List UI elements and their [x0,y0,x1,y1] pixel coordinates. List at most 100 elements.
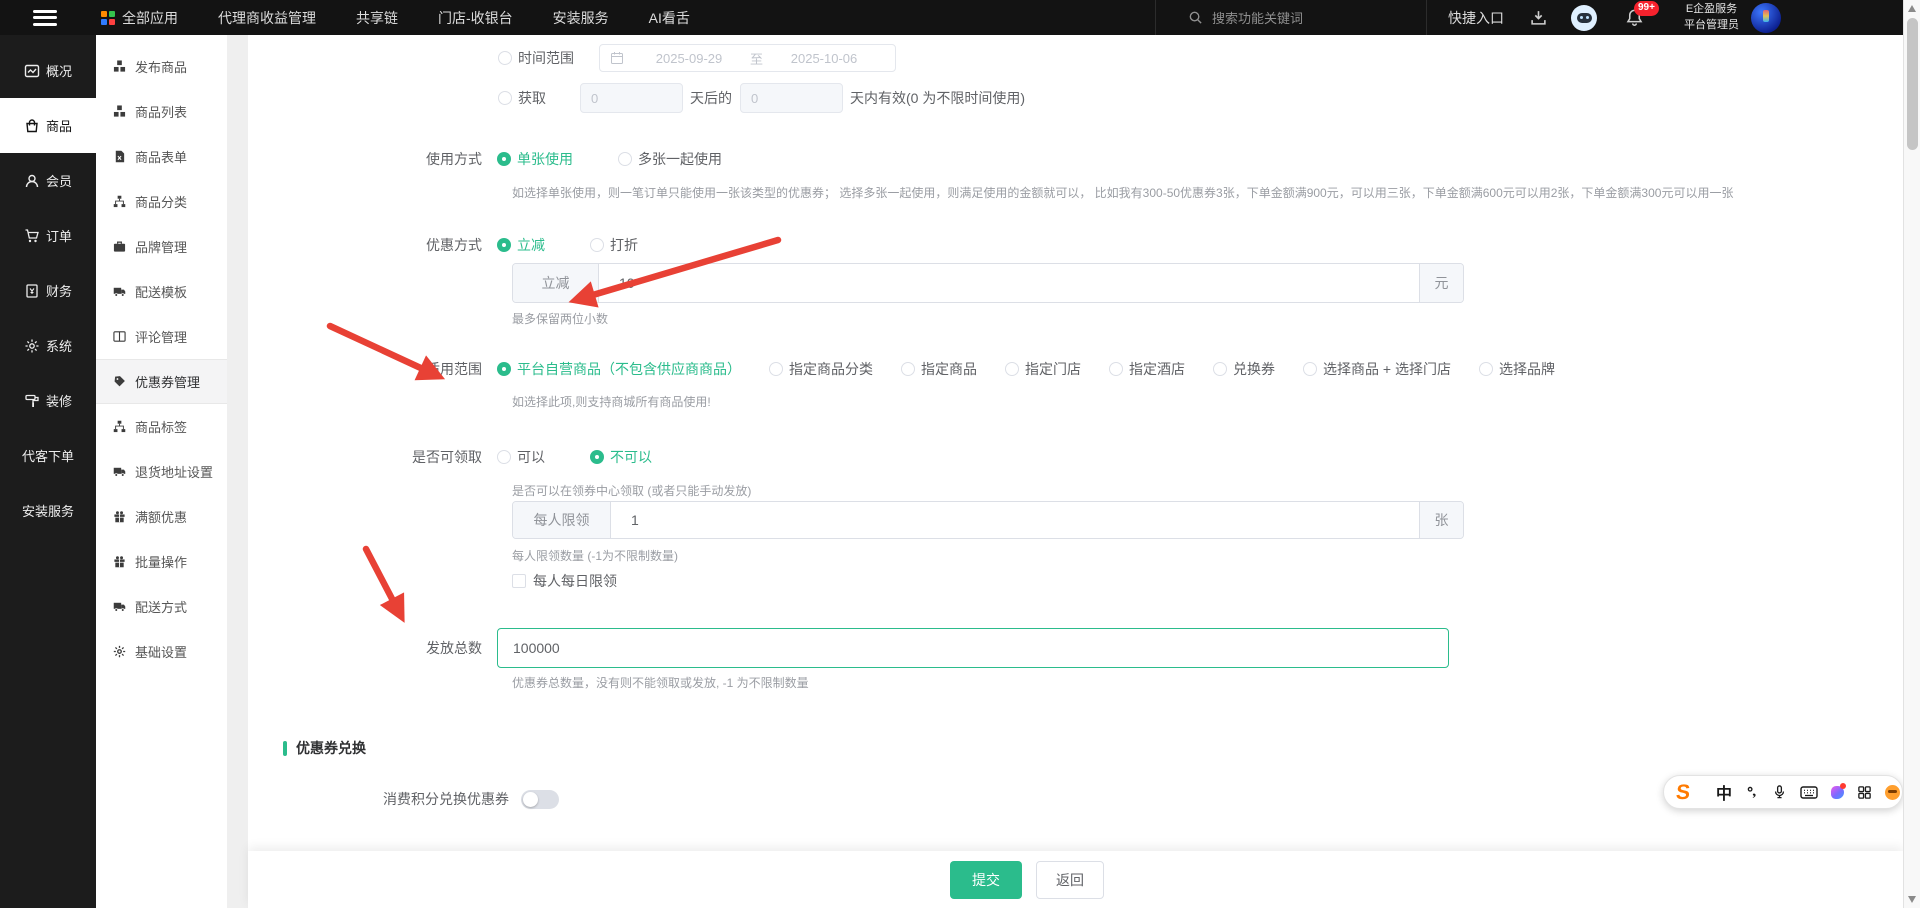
download-icon[interactable] [1530,9,1547,26]
scope-goods-radio[interactable] [901,362,915,376]
sidebar-item-install-service[interactable]: 安装服务 [0,483,96,538]
submenu-item-basic-settings[interactable]: 基础设置 [96,629,227,674]
submenu-item-comment-mgmt[interactable]: 评论管理 [96,314,227,359]
ime-skin-ai-icon[interactable] [1831,782,1847,799]
submenu-item-goods-list[interactable]: 商品列表 [96,89,227,134]
topbar-item-install-service[interactable]: 安装服务 [553,8,609,28]
claimable-yes-option[interactable]: 可以 [497,447,545,467]
total-issued-input[interactable] [497,628,1449,668]
days-valid-input[interactable] [740,83,843,113]
scrollbar-down-arrow[interactable] [1908,896,1916,903]
radio-option-label[interactable]: 指定门店 [1025,359,1081,379]
time-range-radio[interactable] [498,51,512,65]
usage-single-radio[interactable] [497,152,511,166]
submenu-item-return-address[interactable]: 退货地址设置 [96,449,227,494]
sidebar-item-members[interactable]: 会员 [0,153,96,208]
radio-option-label[interactable]: 立减 [517,235,545,255]
radio-option-label[interactable]: 单张使用 [517,149,573,169]
claimable-no-option[interactable]: 不可以 [590,447,652,467]
submenu-item-publish-goods[interactable]: 发布商品 [96,44,227,89]
claimable-no-radio[interactable] [590,450,604,464]
scope-voucher-radio[interactable] [1213,362,1227,376]
scope-brand-radio[interactable] [1478,362,1493,376]
sidebar-item-finance[interactable]: 财务 [0,263,96,318]
radio-option-label[interactable]: 多张一起使用 [638,149,722,169]
sidebar-item-goods[interactable]: 商品 [0,98,96,153]
discount-reduce-radio[interactable] [497,238,511,252]
radio-option-label[interactable]: 选择商品 + 选择门店 [1323,359,1451,379]
claimable-yes-radio[interactable] [497,450,511,464]
discount-amount-input[interactable] [599,264,1419,302]
search-box[interactable]: 搜索功能关键词 [1155,0,1427,35]
topbar-item-ai-tongue[interactable]: AI看舌 [649,8,690,28]
days-after-input[interactable] [580,83,683,113]
usage-multiple-radio[interactable] [618,152,632,166]
assistant-robot-icon[interactable] [1571,4,1597,31]
daily-limit-checkbox[interactable] [512,574,526,588]
sidebar-item-proxy-order[interactable]: 代客下单 [0,428,96,483]
ime-punctuation-icon[interactable] [1745,785,1759,800]
scope-hotel-radio[interactable] [1109,362,1123,376]
scrollbar-thumb[interactable] [1906,18,1918,150]
radio-option-label[interactable]: 平台自营商品（不包含供应商商品） [517,359,741,379]
scope-platform-radio[interactable] [497,362,511,376]
submenu-item-brand-mgmt[interactable]: 品牌管理 [96,224,227,269]
hamburger-menu-icon[interactable] [33,9,57,26]
ime-language-mode[interactable]: 中 [1716,780,1732,804]
usage-single-option[interactable]: 单张使用 [497,149,573,169]
ime-mic-icon[interactable] [1772,784,1787,800]
radio-option-label[interactable]: 不可以 [610,447,652,467]
scrollbar-up-arrow[interactable] [1908,5,1916,12]
discount-percent-radio[interactable] [590,238,604,252]
usage-multiple-option[interactable]: 多张一起使用 [618,149,722,169]
scope-option-brand[interactable]: 选择品牌 [1478,359,1555,379]
discount-percent-option[interactable]: 打折 [590,235,638,255]
per-person-limit-input[interactable] [611,502,1419,538]
radio-option-label[interactable]: 选择品牌 [1499,359,1555,379]
scope-option-goods[interactable]: 指定商品 [901,359,977,379]
radio-option-label[interactable]: 可以 [517,447,545,467]
submenu-item-delivery-method[interactable]: 配送方式 [96,584,227,629]
time-range-radio-label[interactable]: 时间范围 [518,48,574,68]
radio-option-label[interactable]: 指定酒店 [1129,359,1185,379]
account-info[interactable]: E企盈服务 平台管理员 [1684,2,1739,34]
scope-option-voucher[interactable]: 兑换券 [1213,359,1275,379]
points-exchange-toggle[interactable] [521,789,559,809]
topbar-item-all-apps[interactable]: 全部应用 [101,8,178,28]
submenu-item-goods-form[interactable]: 商品表单 [96,134,227,179]
submenu-item-coupon-mgmt[interactable]: 优惠券管理 [96,359,227,404]
topbar-item-agent-revenue[interactable]: 代理商收益管理 [218,8,316,28]
submenu-item-delivery-template[interactable]: 配送模板 [96,269,227,314]
sogou-logo[interactable]: S [1675,781,1691,804]
submenu-item-full-discount[interactable]: 满额优惠 [96,494,227,539]
sidebar-item-decorate[interactable]: 装修 [0,373,96,428]
date-range-picker[interactable]: 2025-09-29 至 2025-10-06 [599,44,896,72]
radio-option-label[interactable]: 指定商品分类 [789,359,873,379]
discount-reduce-option[interactable]: 立减 [497,235,545,255]
submenu-item-goods-category[interactable]: 商品分类 [96,179,227,224]
sidebar-item-orders[interactable]: 订单 [0,208,96,263]
scope-option-goods-plus-store[interactable]: 选择商品 + 选择门店 [1303,359,1451,379]
radio-option-label[interactable]: 打折 [610,235,638,255]
ime-keyboard-icon[interactable] [1800,785,1818,800]
daily-limit-checkbox-label[interactable]: 每人每日限领 [533,571,617,591]
scope-option-hotel[interactable]: 指定酒店 [1109,359,1185,379]
scope-option-category[interactable]: 指定商品分类 [769,359,873,379]
submenu-item-batch-ops[interactable]: 批量操作 [96,539,227,584]
submit-button[interactable]: 提交 [950,861,1022,899]
ime-emoji-icon[interactable] [1885,784,1901,800]
avatar[interactable] [1751,2,1781,33]
scope-goods-store-radio[interactable] [1303,362,1317,376]
notifications-button[interactable]: 99+ [1625,1,1659,27]
acquire-days-radio[interactable] [498,91,512,105]
scope-category-radio[interactable] [769,362,783,376]
vertical-scrollbar[interactable] [1903,0,1920,908]
radio-option-label[interactable]: 指定商品 [921,359,977,379]
scope-option-store[interactable]: 指定门店 [1005,359,1081,379]
ime-toolbox-grid-icon[interactable] [1857,785,1872,800]
sidebar-item-overview[interactable]: 概况 [0,43,96,98]
quick-entry-link[interactable]: 快捷入口 [1448,8,1504,28]
back-button[interactable]: 返回 [1036,861,1104,899]
radio-option-label[interactable]: 兑换券 [1233,359,1275,379]
acquire-radio-label[interactable]: 获取 [518,88,546,108]
